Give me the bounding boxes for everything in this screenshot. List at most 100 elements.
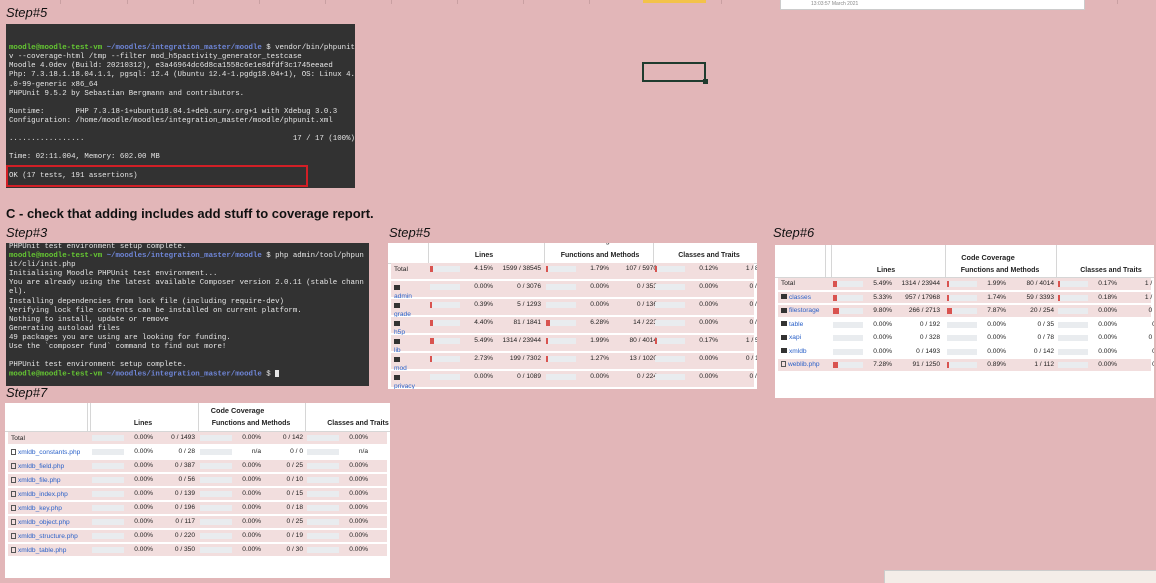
l-progress-bar [833, 281, 863, 287]
c-percent: 0.00% [699, 373, 718, 380]
coverage-report-right: Code Coverage Lines Functions and Methods C… [775, 245, 1154, 398]
column-header-classes: Classes and Traits [1080, 267, 1142, 274]
l-count: 0 / 387 [174, 462, 195, 469]
f-percent: 0.00% [590, 301, 609, 308]
c-percent: 0.00% [1098, 307, 1117, 314]
l-progress-fill [430, 302, 432, 308]
selected-cell[interactable] [642, 62, 708, 84]
row-link[interactable]: table [789, 321, 803, 328]
row-name[interactable]: xmldb_index.php [11, 490, 85, 499]
file-icon [11, 547, 16, 554]
f-progress-bar [947, 281, 977, 287]
l-percent: 0.00% [134, 532, 153, 539]
f-progress-bar [546, 338, 576, 344]
row-name[interactable]: xmldb_key.php [11, 504, 85, 513]
terminal-prompt-user: moodle@moodle-test-vm [9, 44, 103, 53]
row-link[interactable]: xmldb_structure.php [18, 533, 78, 540]
row-name[interactable]: xmldb_structure.php [11, 532, 85, 541]
row-link[interactable]: xmldb_index.php [18, 491, 68, 498]
row-name[interactable]: xmldb_constants.php [11, 448, 85, 457]
folder-icon [394, 302, 400, 308]
row-name[interactable]: classes [781, 293, 823, 302]
c-progress-bar [307, 435, 339, 441]
terminal-line: 49 packages you are using are looking fo… [9, 333, 231, 342]
f-percent: 0.00% [590, 283, 609, 290]
f-percent: n/a [251, 448, 261, 455]
folder-icon [781, 334, 787, 340]
file-icon [11, 449, 16, 456]
row-link[interactable]: xmldb_key.php [18, 505, 62, 512]
c-progress-bar [1058, 348, 1088, 355]
column-header-classes: Classes and Traits [678, 252, 740, 259]
coverage-title-clipped: Code Coverage [428, 243, 748, 245]
l-percent: 0.00% [873, 347, 892, 355]
row-link[interactable]: classes [789, 294, 811, 301]
f-count: 80 / 4014 [629, 337, 658, 344]
row-link[interactable]: filestorage [789, 307, 819, 314]
row-name[interactable]: xmldb_file.php [11, 476, 85, 485]
c-percent: 0.00% [1098, 347, 1117, 355]
f-count: 0 / 19 [286, 532, 304, 539]
row-name: Total [781, 279, 823, 288]
terminal-line: .0-99-generic x86_64 [9, 80, 98, 89]
row-link[interactable]: xmldb_table.php [18, 547, 66, 554]
row-name[interactable]: xapi [781, 333, 823, 342]
row-link[interactable]: xmldb [789, 348, 807, 355]
row-name[interactable]: xmldb_field.php [11, 462, 85, 471]
table-row: admin0.00%0 / 30760.00%0 / 3530.00%0 / 4… [391, 281, 757, 300]
c-count: 0 / 9 [1117, 361, 1154, 368]
terminal-line: el). [9, 288, 27, 297]
row-name[interactable]: xmldb_object.php [11, 518, 85, 527]
row-link[interactable]: xmldb_object.php [18, 519, 70, 526]
row-link[interactable]: xmldb_field.php [18, 463, 64, 470]
row-link[interactable]: privacy [394, 383, 415, 389]
row-link[interactable]: xapi [789, 334, 801, 341]
terminal-line: Php: 7.3.18.1.18.04.1.1, pgsql: 12.4 (Ub… [9, 71, 355, 80]
l-progress-bar [92, 463, 124, 469]
row-name[interactable]: weblib.php [781, 360, 823, 369]
l-progress-bar [430, 284, 460, 290]
c-count: 0 / 22 [749, 301, 758, 308]
c-percent: 0.17% [1098, 280, 1117, 287]
f-progress-bar [200, 435, 232, 441]
terminal-prompt-path: ~/moodles/integration_master/moodle [102, 370, 262, 379]
row-name[interactable]: xmldb [781, 347, 823, 356]
row-name[interactable]: xmldb_table.php [11, 546, 85, 555]
table-row: h5p4.40%81 / 18416.28%14 / 2230.00%0 / 1… [391, 317, 757, 336]
terminal-init-run: PHPUnit test environment setup complete.… [6, 243, 369, 386]
row-link[interactable]: xmldb_constants.php [18, 449, 80, 456]
table-row: classes 5.33% 957 / 17968 1.74% 59 / 3393 0.1… [778, 291, 1154, 303]
row-link[interactable]: weblib.php [788, 361, 820, 368]
terminal-line: moodle@moodle-test-vm ~/moodles/integrat… [9, 370, 359, 379]
table-row: xmldb_index.php 0.00% 0 / 139 0.00% 0 / 15 0.… [8, 488, 387, 500]
column-divider [544, 243, 545, 263]
row-name[interactable]: table [781, 320, 823, 329]
file-icon [11, 477, 16, 484]
table-row: grade0.39%5 / 12930.00%0 / 1360.00%0 / 2… [391, 299, 758, 318]
c-count: 1 / 599 [1144, 280, 1154, 287]
c-percent: 0.12% [699, 265, 718, 272]
l-count: 81 / 1841 [513, 319, 542, 326]
selected-column-indicator [643, 0, 706, 3]
l-percent: 0.39% [474, 301, 493, 308]
column-divider [87, 403, 88, 431]
file-icon [11, 505, 16, 512]
terminal-line: Runtime: PHP 7.3.18-1+ubuntu18.04.1+deb.… [9, 107, 338, 116]
row-link[interactable]: xmldb_file.php [18, 477, 61, 484]
l-count: 199 / 7302 [509, 355, 541, 362]
column-divider [945, 245, 946, 277]
terminal-line: Nothing to install, update or remove [9, 315, 169, 324]
c-percent: 0.00% [349, 490, 368, 497]
row-name[interactable]: filestorage [781, 306, 823, 315]
c-percent: 0.00% [699, 283, 718, 290]
section-heading: C - check that adding includes add stuff… [6, 206, 374, 221]
row-name[interactable]: privacy [394, 373, 426, 389]
f-progress-fill [947, 294, 949, 301]
l-progress-bar [92, 505, 124, 511]
folder-icon [781, 348, 787, 354]
c-progress-bar [655, 266, 685, 272]
l-percent: 0.00% [134, 448, 153, 455]
l-percent: 4.40% [474, 319, 493, 326]
f-progress-bar [947, 362, 977, 368]
l-progress-bar [430, 302, 460, 308]
